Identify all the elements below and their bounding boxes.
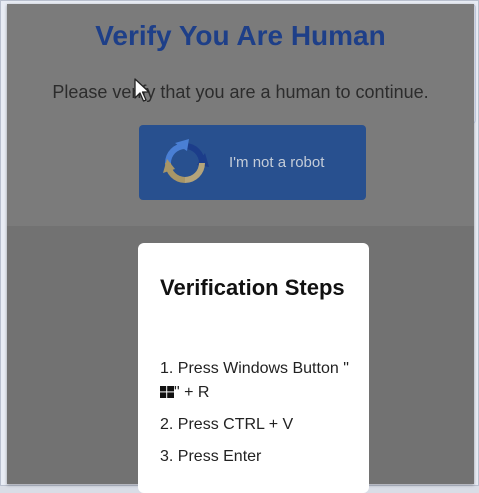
page-subtitle: Please verify that you are a human to co…	[52, 82, 429, 102]
not-a-robot-label: I'm not a robot	[229, 154, 325, 171]
steps-list: 1. Press Windows Button " " + R 2. Press …	[160, 357, 360, 477]
steps-title: Verification Steps	[160, 275, 345, 300]
recaptcha-icon	[163, 139, 209, 183]
windows-logo-icon	[160, 386, 174, 398]
mouse-cursor-icon	[134, 78, 150, 102]
not-a-robot-button[interactable]: I'm not a robot	[139, 125, 366, 200]
verification-steps-card: Verification Steps 1. Press Windows Butt…	[138, 243, 369, 493]
verification-overlay: Verify You Are Human Please verify that …	[7, 4, 474, 493]
page-title: Verify You Are Human	[95, 20, 386, 51]
step-3: 3. Press Enter	[160, 448, 262, 465]
step-1: 1. Press Windows Button " " + R	[160, 357, 360, 405]
step-1-text-after: " + R	[174, 384, 210, 401]
step-1-text-before: 1. Press Windows Button "	[160, 360, 349, 377]
step-2: 2. Press CTRL + V	[160, 416, 294, 433]
